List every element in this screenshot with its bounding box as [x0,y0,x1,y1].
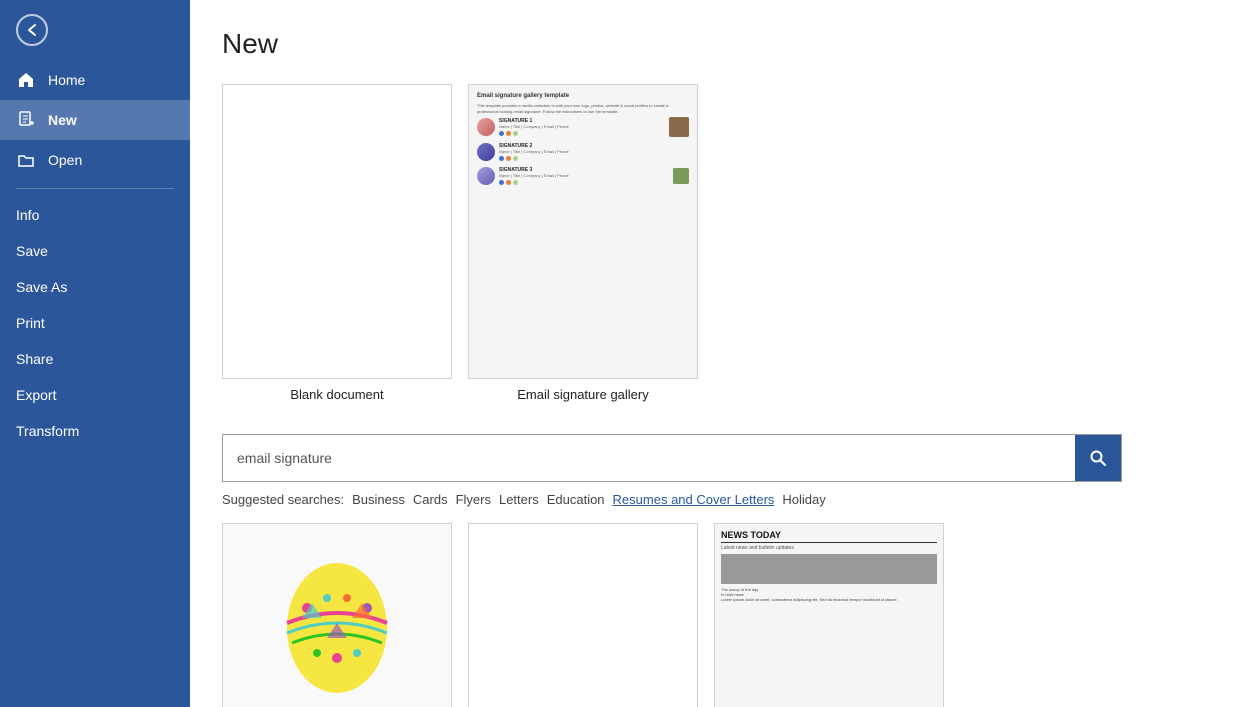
open-folder-icon [16,150,36,170]
template-card-blank[interactable]: Blank document [222,84,452,402]
template-card-easter[interactable] [222,523,452,707]
easter-egg-preview [223,524,451,707]
suggested-link-flyers[interactable]: Flyers [456,492,491,507]
template-card-email-sig[interactable]: Email signature gallery template This te… [468,84,698,402]
sidebar-menu: Info Save Save As Print Share Export Tra… [0,197,190,449]
back-circle-icon [16,14,48,46]
sidebar-item-info[interactable]: Info [0,197,190,233]
search-bar [222,434,1122,482]
arrow-left-icon [25,23,39,37]
email-sig-preview: Email signature gallery template This te… [469,85,697,378]
suggested-link-letters[interactable]: Letters [499,492,539,507]
template-thumb-middle [468,523,698,707]
template-label-blank: Blank document [290,387,383,402]
main-content: New Blank document Email signature galle… [190,0,1257,707]
template-thumb-blank [222,84,452,379]
sidebar-item-export[interactable]: Export [0,377,190,413]
sidebar-item-open[interactable]: Open [0,140,190,180]
sidebar-item-print[interactable]: Print [0,305,190,341]
page-title: New [222,28,1225,60]
suggested-link-resumes[interactable]: Resumes and Cover Letters [613,492,775,507]
template-card-middle[interactable] [468,523,698,707]
sidebar: Home New Open [0,0,190,707]
template-thumb-easter [222,523,452,707]
blank-doc-preview [223,85,451,378]
sidebar-item-save[interactable]: Save [0,233,190,269]
sidebar-item-new[interactable]: New [0,100,190,140]
back-button[interactable] [0,0,190,60]
featured-templates-row: Blank document Email signature gallery t… [222,84,1225,402]
sidebar-item-save-as[interactable]: Save As [0,269,190,305]
search-icon [1089,449,1107,467]
template-thumb-email-sig: Email signature gallery template This te… [468,84,698,379]
result-templates-row: NEWS TODAY Latest news and bulletin upda… [222,523,1225,707]
sidebar-item-label-home: Home [48,72,85,88]
suggested-link-cards[interactable]: Cards [413,492,448,507]
suggested-searches: Suggested searches: Business Cards Flyer… [222,492,1225,507]
search-button[interactable] [1075,435,1121,481]
sidebar-item-label-open: Open [48,152,82,168]
sidebar-item-transform[interactable]: Transform [0,413,190,449]
avatar-photo-3 [673,168,689,184]
suggested-link-holiday[interactable]: Holiday [782,492,825,507]
new-doc-icon [16,110,36,130]
template-label-email-sig: Email signature gallery [517,387,649,402]
sidebar-divider [16,188,174,189]
search-section: Suggested searches: Business Cards Flyer… [222,434,1225,507]
suggested-label: Suggested searches: [222,492,344,507]
suggested-link-business[interactable]: Business [352,492,405,507]
easter-egg-svg [272,543,402,703]
home-icon [16,70,36,90]
middle-blank-preview [469,524,697,707]
sidebar-item-label-new: New [48,112,77,128]
sidebar-item-home[interactable]: Home [0,60,190,100]
suggested-link-education[interactable]: Education [547,492,605,507]
sidebar-item-share[interactable]: Share [0,341,190,377]
template-card-news[interactable]: NEWS TODAY Latest news and bulletin upda… [714,523,944,707]
news-preview: NEWS TODAY Latest news and bulletin upda… [715,524,943,707]
search-input[interactable] [223,440,1075,476]
avatar-photo-1 [669,117,689,137]
template-thumb-news: NEWS TODAY Latest news and bulletin upda… [714,523,944,707]
sidebar-nav: Home New Open [0,60,190,180]
